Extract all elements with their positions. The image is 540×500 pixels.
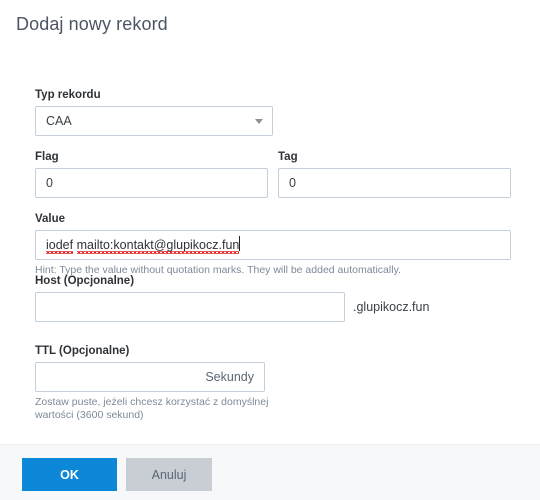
ttl-hint: Zostaw puste, jeżeli chcesz korzystać z … (35, 396, 269, 421)
dialog-footer: OK Anuluj (0, 444, 540, 500)
flag-input[interactable] (35, 168, 268, 198)
field-record-type: Typ rekordu CAA (35, 88, 273, 136)
ttl-unit-suffix: Sekundy (205, 370, 254, 384)
value-input[interactable]: iodef mailto:kontakt@glupikocz.fun (35, 230, 511, 260)
record-type-select[interactable]: CAA (35, 106, 273, 136)
field-flag: Flag (35, 150, 268, 198)
ttl-input[interactable]: Sekundy (35, 362, 265, 392)
host-input[interactable] (35, 292, 345, 322)
text-cursor (239, 236, 241, 251)
flag-label: Flag (35, 151, 59, 163)
field-ttl: TTL (Opcjonalne) Sekundy Zostaw puste, j… (35, 344, 335, 422)
page-title: Dodaj nowy rekord (16, 14, 168, 34)
value-label: Value (35, 213, 66, 225)
value-token-1: iodef (46, 238, 74, 252)
cancel-button[interactable]: Anuluj (126, 458, 212, 491)
host-line: .glupikocz.fun (35, 292, 511, 322)
host-label: Host (Opcjonalne) (35, 275, 135, 287)
field-tag: Tag (278, 150, 511, 198)
value-input-text: iodef mailto:kontakt@glupikocz.fun (46, 231, 241, 259)
value-token-2: mailto:kontakt@glupikocz.fun (76, 238, 240, 252)
field-host: Host (Opcjonalne) .glupikocz.fun (35, 274, 511, 322)
tag-input[interactable] (278, 168, 511, 198)
host-domain-suffix: .glupikocz.fun (353, 300, 430, 314)
record-type-select-wrapper[interactable]: CAA (35, 106, 273, 136)
ttl-label: TTL (Opcjonalne) (35, 345, 130, 357)
field-value: Value iodef mailto:kontakt@glupikocz.fun… (35, 212, 511, 277)
ok-button[interactable]: OK (22, 458, 117, 491)
tag-label: Tag (278, 151, 298, 163)
record-type-label: Typ rekordu (35, 89, 101, 101)
